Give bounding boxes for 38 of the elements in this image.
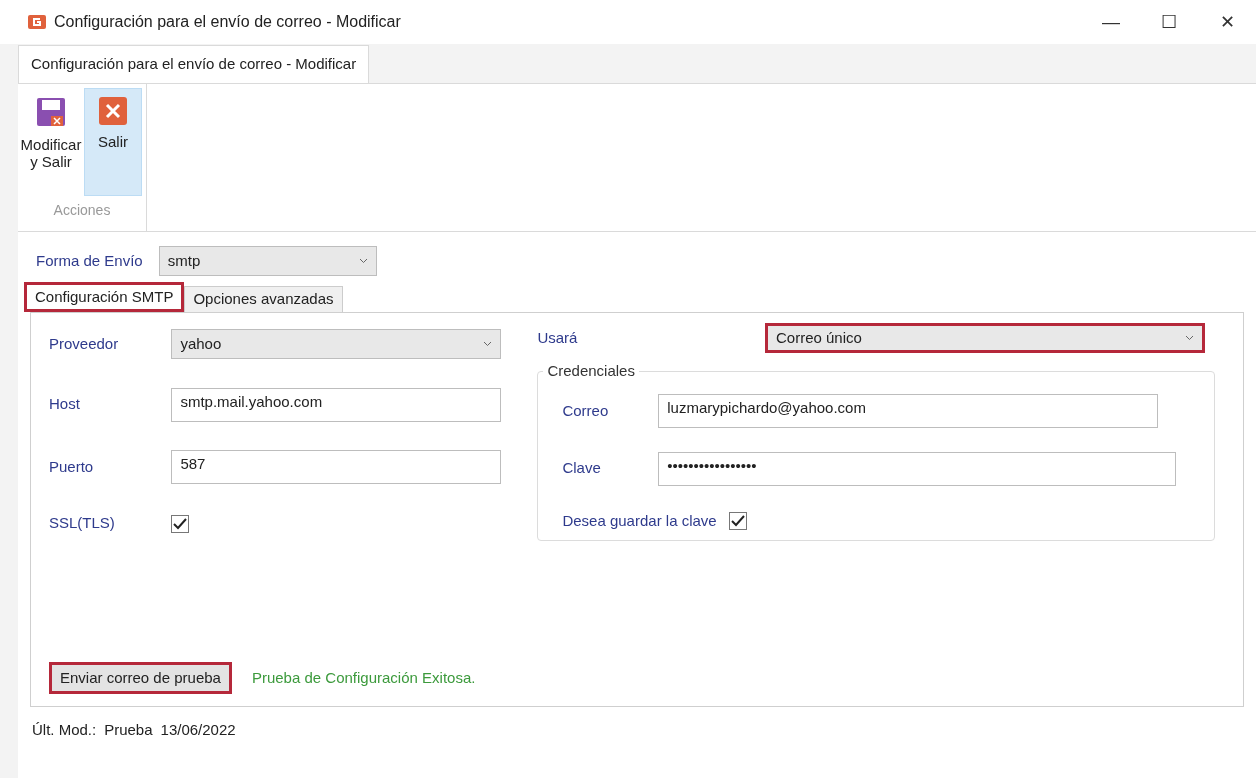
status-date: 13/06/2022	[160, 720, 236, 740]
email-field[interactable]: luzmarypichardo@yahoo.com	[658, 393, 1159, 428]
checkbox[interactable]	[171, 514, 190, 533]
field-label: Clave	[562, 458, 602, 479]
checkbox[interactable]	[728, 511, 747, 530]
field-label: Correo	[562, 400, 609, 421]
ribbon-tab[interactable]: Configuración para el envío de correo - Modificar	[18, 45, 370, 83]
success-message: Prueba de Configuración Exitosa.	[251, 667, 476, 688]
maximize-button[interactable]: ☐	[1140, 0, 1198, 44]
port-field[interactable]: 587	[171, 449, 502, 484]
field-label: Usará	[537, 327, 578, 348]
send-test-email-button[interactable]: Enviar correo de prueba	[49, 662, 232, 694]
field-label: Desea guardar la clave	[562, 510, 717, 531]
provider-dropdown[interactable]: yahoo	[171, 329, 502, 360]
tab[interactable]: Opciones avanzadas	[184, 286, 343, 312]
status-user: Prueba	[104, 720, 153, 740]
minimize-button[interactable]: —	[1082, 0, 1140, 44]
group-label: Acciones	[52, 201, 112, 220]
host-field[interactable]: smtp.mail.yahoo.com	[171, 387, 502, 422]
send-method-dropdown[interactable]: smtp	[158, 246, 377, 276]
password-field[interactable]: •••••••••••••••••	[658, 451, 1177, 486]
caret-icon	[358, 258, 368, 264]
save-button[interactable]: Modificar y Salir	[22, 88, 80, 196]
close-icon	[99, 97, 127, 125]
tab[interactable]: Configuración SMTP	[24, 282, 185, 312]
exit-button[interactable]: Salir	[84, 88, 142, 196]
field-label: SSL(TLS)	[49, 513, 116, 534]
app-logo-icon	[28, 15, 46, 29]
field-label: Forma de Envío	[36, 250, 143, 271]
close-button[interactable]: ✕	[1198, 0, 1256, 44]
field-label: Puerto	[49, 456, 95, 477]
usage-dropdown[interactable]: Correo único	[765, 323, 1205, 353]
field-label: Host	[49, 394, 81, 415]
caret-icon	[1185, 335, 1194, 341]
status-label: Últ. Mod.:	[32, 720, 97, 740]
window-title: Configuración para el envío de correo - Modificar	[54, 12, 401, 32]
caret-icon	[483, 341, 493, 348]
field-label: Proveedor	[49, 333, 120, 354]
